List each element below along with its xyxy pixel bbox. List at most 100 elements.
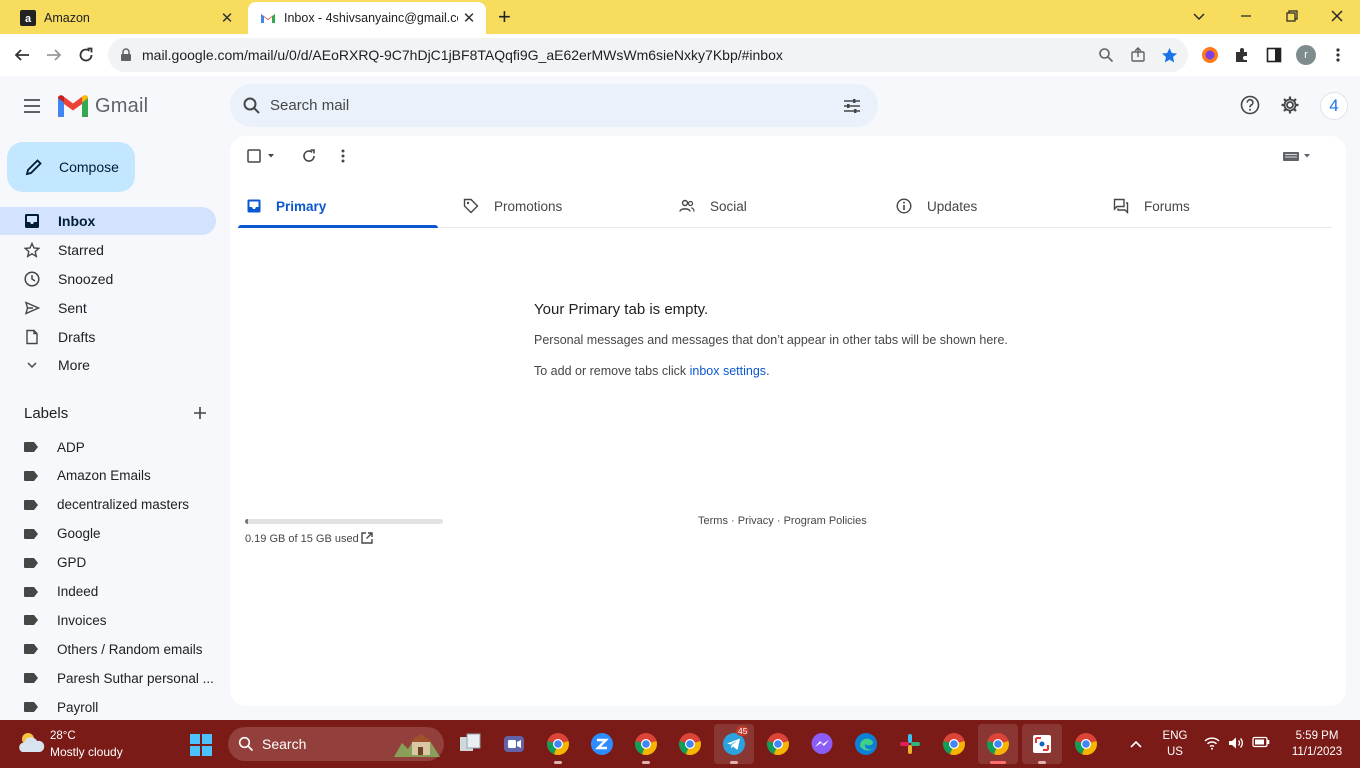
- label-item[interactable]: Invoices: [24, 609, 214, 631]
- taskbar-search[interactable]: Search: [228, 727, 444, 761]
- wifi-icon[interactable]: [1204, 736, 1220, 750]
- address-bar[interactable]: mail.google.com/mail/u/0/d/AEoRXRQ-9C7hD…: [108, 38, 1188, 72]
- main-menu-icon[interactable]: [22, 96, 42, 116]
- bookmark-star-icon[interactable]: [1161, 47, 1178, 64]
- slack-icon[interactable]: [898, 732, 922, 756]
- terms-link[interactable]: Terms: [698, 515, 728, 527]
- browser-tab-gmail[interactable]: Inbox - 4shivsanyainc@gmail.com ✕: [248, 2, 486, 34]
- show-hidden-icons-chevron-up-icon[interactable]: [1129, 738, 1143, 750]
- share-icon[interactable]: [1130, 47, 1146, 63]
- label-item[interactable]: ADP: [24, 436, 214, 458]
- weather-description[interactable]: Mostly cloudy: [50, 745, 123, 759]
- nav-item-starred[interactable]: Starred: [0, 236, 216, 264]
- tab-promotions[interactable]: Promotions: [463, 184, 562, 228]
- tab-search-chevron-icon[interactable]: [1192, 9, 1206, 23]
- open-in-new-icon[interactable]: [360, 531, 374, 545]
- clock-date[interactable]: 11/1/2023: [1284, 746, 1350, 758]
- keyboard-input-icon[interactable]: [1282, 150, 1312, 162]
- zoom-app-icon[interactable]: [590, 732, 614, 756]
- edge-browser-icon[interactable]: [854, 732, 878, 756]
- chrome-app-icon[interactable]: [942, 732, 966, 756]
- nav-item-inbox[interactable]: Inbox: [0, 207, 216, 235]
- nav-item-label: More: [58, 357, 90, 373]
- forward-button[interactable]: [42, 43, 66, 67]
- telegram-app-icon[interactable]: 45: [722, 726, 750, 764]
- windows-start-icon[interactable]: [190, 734, 212, 756]
- help-icon[interactable]: [1240, 95, 1260, 115]
- forum-icon: [1113, 198, 1129, 214]
- volume-icon[interactable]: [1228, 736, 1246, 750]
- chrome-app-icon[interactable]: [766, 732, 790, 756]
- hint-suffix: .: [766, 364, 770, 378]
- chrome-app-icon[interactable]: [1074, 732, 1098, 756]
- browser-profile-avatar[interactable]: r: [1296, 45, 1316, 65]
- minimize-icon[interactable]: [1239, 9, 1253, 23]
- language-indicator[interactable]: ENG: [1162, 730, 1188, 742]
- task-view-icon[interactable]: [458, 732, 482, 756]
- label-item[interactable]: decentralized masters: [24, 494, 214, 516]
- chrome-app-icon[interactable]: [546, 732, 570, 764]
- back-button[interactable]: [10, 43, 34, 67]
- search-bar[interactable]: [230, 84, 878, 127]
- tab-updates[interactable]: Updates: [896, 184, 977, 228]
- label-item[interactable]: Google: [24, 523, 214, 545]
- close-tab-icon[interactable]: ✕: [216, 9, 238, 27]
- label-item[interactable]: Amazon Emails: [24, 465, 214, 487]
- select-all-checkbox[interactable]: [247, 149, 277, 168]
- clock-time[interactable]: 5:59 PM: [1284, 730, 1350, 742]
- privacy-link[interactable]: Privacy: [738, 515, 774, 527]
- firefox-extension-icon[interactable]: [1201, 46, 1219, 64]
- messenger-icon[interactable]: [810, 732, 834, 756]
- search-icon[interactable]: [242, 96, 262, 116]
- side-panel-icon[interactable]: [1266, 47, 1282, 63]
- settings-gear-icon[interactable]: [1280, 95, 1300, 115]
- zoom-icon[interactable]: [1098, 47, 1114, 63]
- search-options-icon[interactable]: [842, 96, 862, 116]
- tab-social[interactable]: Social: [679, 184, 747, 228]
- close-tab-icon[interactable]: ✕: [458, 9, 480, 27]
- weather-temperature[interactable]: 28°C: [50, 730, 76, 742]
- tab-primary[interactable]: Primary: [247, 184, 326, 228]
- restore-icon[interactable]: [1285, 9, 1299, 23]
- gmail-wordmark[interactable]: Gmail: [95, 95, 148, 118]
- language-region[interactable]: US: [1162, 746, 1188, 758]
- compose-button[interactable]: Compose: [7, 142, 135, 192]
- weather-cloud-icon[interactable]: [16, 730, 46, 756]
- telegram-unread-badge: 45: [736, 726, 750, 736]
- nav-item-drafts[interactable]: Drafts: [0, 323, 216, 351]
- gmail-logo-icon[interactable]: [58, 95, 88, 117]
- tab-forums[interactable]: Forums: [1113, 184, 1190, 228]
- teams-meet-icon[interactable]: [502, 732, 526, 756]
- browser-tab-amazon[interactable]: a Amazon ✕: [8, 2, 244, 34]
- extensions-puzzle-icon[interactable]: [1234, 47, 1250, 63]
- empty-state-title: Your Primary tab is empty.: [534, 301, 709, 318]
- new-tab-button[interactable]: +: [498, 6, 511, 28]
- nav-item-sent[interactable]: Sent: [0, 294, 216, 322]
- main-panel: Primary Promotions Social Updates Forums…: [230, 136, 1346, 706]
- label-item[interactable]: Paresh Suthar personal ...: [24, 667, 214, 689]
- nav-item-more[interactable]: More: [0, 351, 216, 379]
- label-item[interactable]: Payroll: [24, 696, 214, 718]
- label-tag-icon: [24, 586, 38, 597]
- label-item[interactable]: GPD: [24, 552, 214, 574]
- battery-icon[interactable]: [1252, 736, 1270, 748]
- chrome-app-icon[interactable]: [634, 732, 658, 764]
- program-policies-link[interactable]: Program Policies: [784, 515, 867, 527]
- chrome-app-icon[interactable]: [678, 732, 702, 756]
- inbox-icon: [25, 214, 39, 228]
- label-tag-icon: [24, 442, 38, 452]
- browser-menu-icon[interactable]: [1333, 47, 1343, 63]
- chrome-app-icon-active[interactable]: [986, 732, 1010, 764]
- inbox-settings-link[interactable]: inbox settings: [690, 364, 766, 378]
- close-window-icon[interactable]: [1330, 9, 1344, 23]
- snipping-tool-icon[interactable]: [1030, 732, 1054, 764]
- label-item[interactable]: Others / Random emails: [24, 638, 214, 660]
- refresh-icon[interactable]: [301, 148, 317, 164]
- search-input[interactable]: [270, 94, 810, 116]
- add-label-plus-icon[interactable]: [192, 405, 208, 421]
- reload-button[interactable]: [74, 43, 98, 67]
- label-item[interactable]: Indeed: [24, 581, 214, 603]
- more-options-icon[interactable]: [338, 148, 348, 164]
- nav-item-snoozed[interactable]: Snoozed: [0, 265, 216, 293]
- account-avatar[interactable]: 4: [1320, 92, 1348, 120]
